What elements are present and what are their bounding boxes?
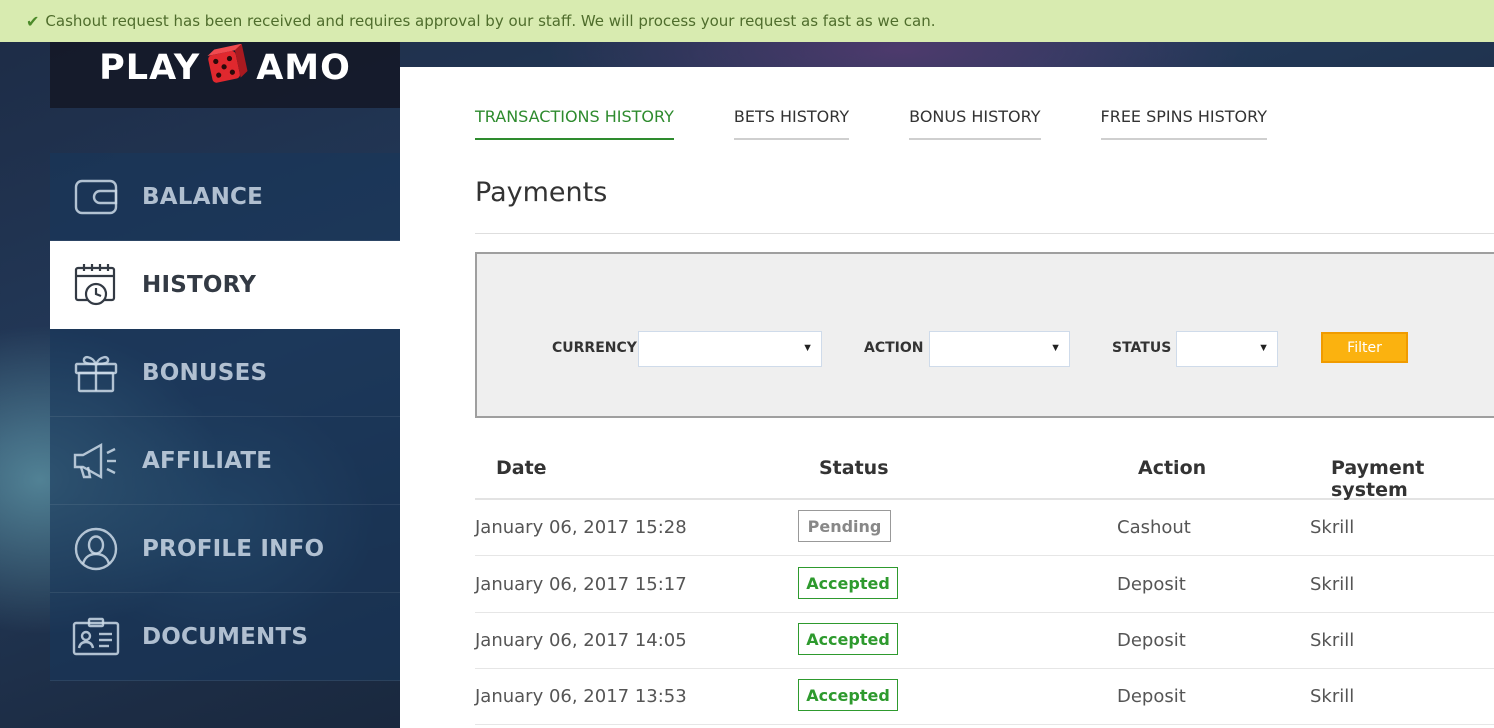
gift-icon xyxy=(50,352,142,394)
column-header-status[interactable]: Status xyxy=(819,457,889,479)
id-card-icon xyxy=(50,617,142,657)
tab-bonus-history[interactable]: BONUS HISTORY xyxy=(909,107,1041,140)
status-select[interactable]: ▼ xyxy=(1176,331,1278,367)
cell-payment-system: Skrill xyxy=(1310,686,1355,707)
page-title: Payments xyxy=(475,177,608,208)
status-badge: Accepted xyxy=(798,623,898,655)
column-header-action[interactable]: Action xyxy=(1138,457,1206,479)
table-row: January 06, 2017 13:53 Accepted Deposit … xyxy=(475,669,1494,725)
sidebar-item-history[interactable]: HISTORY xyxy=(50,241,400,329)
filter-button[interactable]: Filter xyxy=(1321,332,1408,363)
tab-transactions-history[interactable]: TRANSACTIONS HISTORY xyxy=(475,107,674,140)
calendar-clock-icon xyxy=(50,262,142,308)
table-row: January 06, 2017 15:17 Accepted Deposit … xyxy=(475,557,1494,613)
logo-text-right: AMO xyxy=(256,48,351,88)
chevron-down-icon: ▼ xyxy=(802,342,813,354)
sidebar-item-documents[interactable]: DOCUMENTS xyxy=(50,593,400,681)
cell-date: January 06, 2017 15:28 xyxy=(475,517,687,538)
sidebar-item-label: PROFILE INFO xyxy=(142,535,325,562)
sidebar-item-balance[interactable]: BALANCE xyxy=(50,153,400,241)
currency-label: CURRENCY xyxy=(552,340,637,356)
chevron-down-icon: ▼ xyxy=(1050,342,1061,354)
cell-action: Deposit xyxy=(1117,574,1186,595)
action-label: ACTION xyxy=(864,340,924,356)
status-label: STATUS xyxy=(1112,340,1172,356)
table-header: Date Status Action Payment system xyxy=(475,447,1494,501)
check-icon: ✔ xyxy=(26,11,40,31)
cell-date: January 06, 2017 14:05 xyxy=(475,630,687,651)
sidebar-item-label: HISTORY xyxy=(142,271,257,298)
sidebar-item-label: BONUSES xyxy=(142,359,268,386)
column-header-date[interactable]: Date xyxy=(496,457,547,479)
cell-payment-system: Skrill xyxy=(1310,574,1355,595)
currency-select[interactable]: ▼ xyxy=(638,331,822,367)
cell-action: Cashout xyxy=(1117,517,1191,538)
table-row: January 06, 2017 15:28 Pending Cashout S… xyxy=(475,500,1494,556)
wallet-icon xyxy=(50,177,142,217)
filter-panel: CURRENCY ▼ ACTION ▼ STATUS ▼ Filter xyxy=(475,252,1494,418)
column-header-payment-system[interactable]: Payment system xyxy=(1331,457,1494,501)
notification-bar: ✔ Cashout request has been received and … xyxy=(0,0,1494,42)
status-badge: Accepted xyxy=(798,567,898,599)
sidebar-item-label: AFFILIATE xyxy=(142,447,273,474)
cell-payment-system: Skrill xyxy=(1310,630,1355,651)
history-tabs: TRANSACTIONS HISTORY BETS HISTORY BONUS … xyxy=(475,107,1327,140)
sidebar-item-profile-info[interactable]: PROFILE INFO xyxy=(50,505,400,593)
notification-text: Cashout request has been received and re… xyxy=(45,12,936,30)
divider xyxy=(475,233,1494,234)
megaphone-icon xyxy=(50,441,142,481)
chevron-down-icon: ▼ xyxy=(1258,342,1269,354)
sidebar-item-bonuses[interactable]: BONUSES xyxy=(50,329,400,417)
status-badge: Accepted xyxy=(798,679,898,711)
cell-date: January 06, 2017 13:53 xyxy=(475,686,687,707)
logo-text-left: PLAY xyxy=(99,48,201,88)
sidebar-item-affiliate[interactable]: AFFILIATE xyxy=(50,417,400,505)
sidebar-item-label: BALANCE xyxy=(142,183,264,210)
sidebar: BALANCE HISTORY BONUSES AFFILIATE PROFIL… xyxy=(50,153,400,681)
cell-action: Deposit xyxy=(1117,686,1186,707)
status-badge: Pending xyxy=(798,510,891,542)
table-row: January 06, 2017 14:05 Accepted Deposit … xyxy=(475,613,1494,669)
sidebar-item-label: DOCUMENTS xyxy=(142,623,309,650)
tab-bets-history[interactable]: BETS HISTORY xyxy=(733,107,850,140)
cell-payment-system: Skrill xyxy=(1310,517,1355,538)
cell-date: January 06, 2017 15:17 xyxy=(475,574,687,595)
user-icon xyxy=(50,526,142,572)
cell-action: Deposit xyxy=(1117,630,1186,651)
dice-icon xyxy=(206,43,250,93)
main-panel: TRANSACTIONS HISTORY BETS HISTORY BONUS … xyxy=(400,67,1494,728)
tab-free-spins-history[interactable]: FREE SPINS HISTORY xyxy=(1100,107,1267,140)
action-select[interactable]: ▼ xyxy=(929,331,1070,367)
